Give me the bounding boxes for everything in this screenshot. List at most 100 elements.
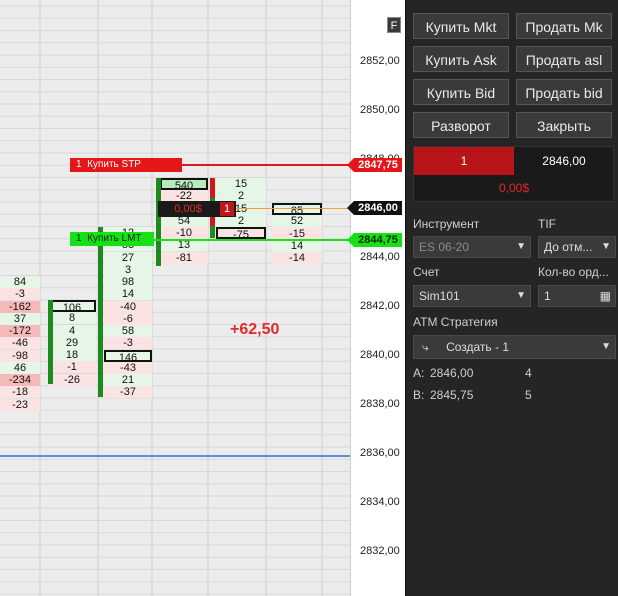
price-tick-label: 2840,00 [360,349,400,361]
atm-strategy-label: ATM Стратегия [413,315,498,329]
f-button[interactable]: F [387,17,401,33]
buy-lmt-text: Купить LMT [87,233,142,244]
instrument-value: ES 06-20 [419,240,470,254]
price-tick-label: 2850,00 [360,104,400,116]
account-label: Счет [413,265,440,279]
blue-level-line [0,455,350,457]
position-qty: 1 [220,202,234,216]
footprint-cell: 98 [104,276,152,288]
price-tick-label: 2852,00 [360,55,400,67]
footprint-cell: 21 [104,374,152,386]
footprint-cell: 3 [104,263,152,276]
footprint-cell: -43 [104,361,152,374]
position-box: 1 2846,00 0,00$ [413,146,614,202]
buy-stp-text: Купить STP [87,159,141,170]
footprint-cell: -15 [272,227,322,240]
footprint-cell: -3 [104,337,152,350]
chevron-down-icon: ▼ [601,241,611,252]
price-tick-label: 2832,00 [360,545,400,557]
price-tick-label: 2838,00 [360,398,400,410]
footprint-cell: 540 [160,178,208,192]
bid-price: 2845,75 [430,388,474,402]
reverse-button[interactable]: Разворот [413,112,509,138]
instrument-label: Инструмент [413,217,480,231]
chevron-down-icon: ▼ [516,290,526,301]
position-price-tag[interactable]: 2846,00 [347,201,402,215]
footprint-cell: 18 [48,349,96,361]
order-qty-value: 1 [544,289,551,303]
volume-bar [98,227,103,397]
bid-size: 5 [525,388,532,402]
close-button[interactable]: Закрыть [516,112,612,138]
buy-bid-button[interactable]: Купить Bid [413,79,509,105]
price-tick-label: 2844,00 [360,251,400,263]
footprint-cell: -162 [0,300,40,313]
ask-size: 4 [525,366,532,380]
footprint-cell: -18 [0,386,40,399]
instrument-select[interactable]: ES 06-20 ▼ [413,236,531,258]
footprint-cell: -14 [272,252,322,264]
price-tick-label: 2834,00 [360,496,400,508]
tif-label: TIF [538,217,556,231]
price-tick-label: 2842,00 [360,300,400,312]
account-select[interactable]: Sim101 ▼ [413,285,531,307]
tif-select[interactable]: До отм... ▼ [538,236,616,258]
order-qty-stepper[interactable]: 1 ▦ [538,285,616,307]
footprint-cell: -10 [160,227,208,239]
footprint-cell: 58 [104,325,152,337]
footprint-cell: -23 [0,398,40,411]
footprint-cell: -75 [216,227,266,241]
footprint-cell: -26 [48,373,96,386]
footprint-cell: 14 [104,288,152,301]
price-tick-label: 2836,00 [360,447,400,459]
chart-area[interactable]: 2852,002850,002848,002846,002844,002842,… [0,0,405,596]
footprint-cell: 37 [0,312,40,325]
ask-label: A: [413,366,425,380]
footprint-cell: 84 [0,276,40,288]
chart-grid [0,0,350,596]
footprint-cell: 106 [48,300,96,314]
position-qty-cell: 1 [414,147,514,175]
footprint-cell: -37 [104,386,152,399]
position-avg-price: 2846,00 [542,154,586,168]
position-price: 2846,00 [358,202,398,214]
position-pnl-cell: 0,00$ [498,181,530,195]
footprint-cell: 13 [160,239,208,252]
buy-stp-order-label[interactable]: 1 Купить STP [70,158,182,172]
footprint-cell: 15 [216,178,266,190]
footprint-cell: 8 [48,312,96,325]
buy-stp-qty: 1 [76,159,82,170]
account-value: Sim101 [419,289,460,303]
footprint-cell: 46 [0,361,40,374]
sell-bid-button[interactable]: Продать bid [516,79,612,105]
tif-value: До отм... [544,240,593,254]
buy-lmt-price-tag[interactable]: 2844,75 [347,233,402,247]
sell-ask-button[interactable]: Продать asl [516,46,612,72]
atm-strategy-select[interactable]: ⤷ Создать - 1 ▼ [413,335,616,359]
footprint-cell: -3 [0,288,40,301]
footprint-cell: -172 [0,325,40,337]
footprint-cell: -6 [104,312,152,325]
unrealized-pnl: +62,50 [230,321,280,338]
position-marker[interactable]: 0,00$ 1 [158,201,236,217]
calculator-icon[interactable]: ▦ [600,286,611,306]
sell-market-button[interactable]: Продать Mk [516,13,612,39]
sell-volume-bar [210,178,215,198]
chevron-down-icon: ▼ [516,241,526,252]
buy-lmt-price: 2844,75 [358,234,398,246]
lightning-icon: ⤷ [422,340,429,354]
footprint-cell: 27 [104,251,152,264]
buy-lmt-order-label[interactable]: 1 Купить LMT [70,232,154,246]
volume-bar [48,300,53,384]
buy-lmt-qty: 1 [76,233,82,244]
footprint-cell: -234 [0,374,40,386]
footprint-cell: -1 [48,361,96,374]
buy-market-button[interactable]: Купить Mkt [413,13,509,39]
volume-bar [156,178,161,266]
buy-stp-price-tag[interactable]: 2847,75 [347,158,402,172]
footprint-cell: 52 [272,215,322,228]
footprint-cell: 4 [48,324,96,337]
footprint-cell: -98 [0,349,40,362]
buy-ask-button[interactable]: Купить Ask [413,46,509,72]
ask-price: 2846,00 [430,366,474,380]
